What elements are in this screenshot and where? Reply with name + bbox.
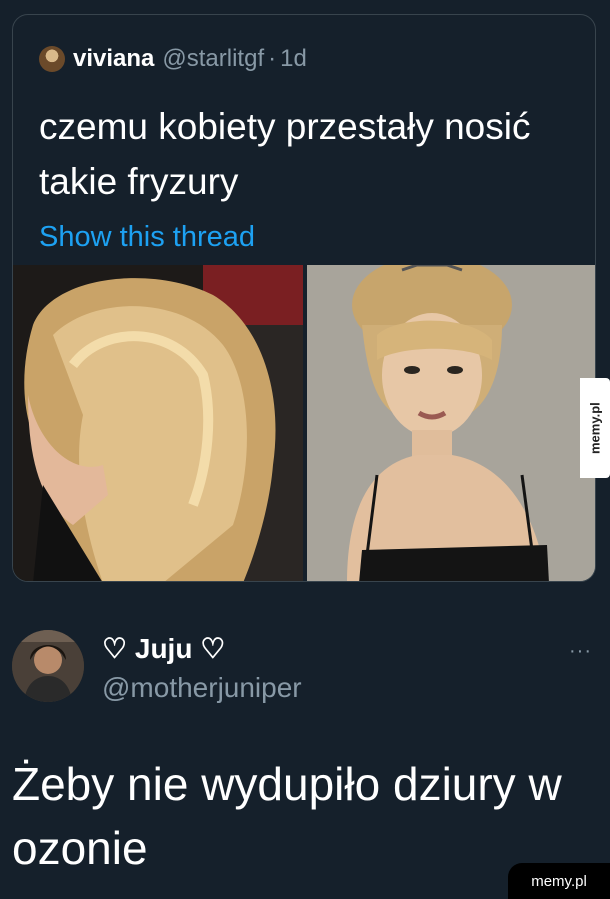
show-thread-link[interactable]: Show this thread (39, 221, 255, 254)
reply-author-avatar[interactable] (12, 630, 84, 702)
portrait-photo (307, 265, 595, 581)
reply-tweet-text: Żeby nie wydupiło dziury w ozonie (12, 758, 562, 874)
side-watermark: memy.pl (580, 378, 610, 478)
blonde-hair-photo (13, 265, 303, 581)
more-options-icon[interactable]: ··· (569, 640, 592, 663)
quoted-tweet-card[interactable]: viviana @starlitgf · 1d czemu kobiety pr… (12, 14, 596, 582)
bottom-watermark: memy.pl (508, 863, 610, 899)
avatar-photo (12, 630, 84, 702)
reply-author-name[interactable]: ♡ Juju ♡ (102, 632, 225, 665)
reply-author-handle[interactable]: @motherjuniper (102, 672, 302, 704)
tweet-image-left[interactable] (13, 265, 303, 581)
quoted-author-name[interactable]: viviana (73, 45, 154, 73)
quoted-author-avatar[interactable] (39, 46, 65, 72)
tweet-image-right[interactable] (307, 265, 595, 581)
quoted-author-handle[interactable]: @starlitgf (162, 45, 264, 73)
quoted-tweet-header: viviana @starlitgf · 1d (39, 45, 307, 73)
header-separator: · (268, 45, 277, 72)
quoted-tweet-text: czemu kobiety przestały nosić takie fryz… (39, 106, 531, 202)
quoted-tweet-time[interactable]: 1d (280, 45, 307, 73)
